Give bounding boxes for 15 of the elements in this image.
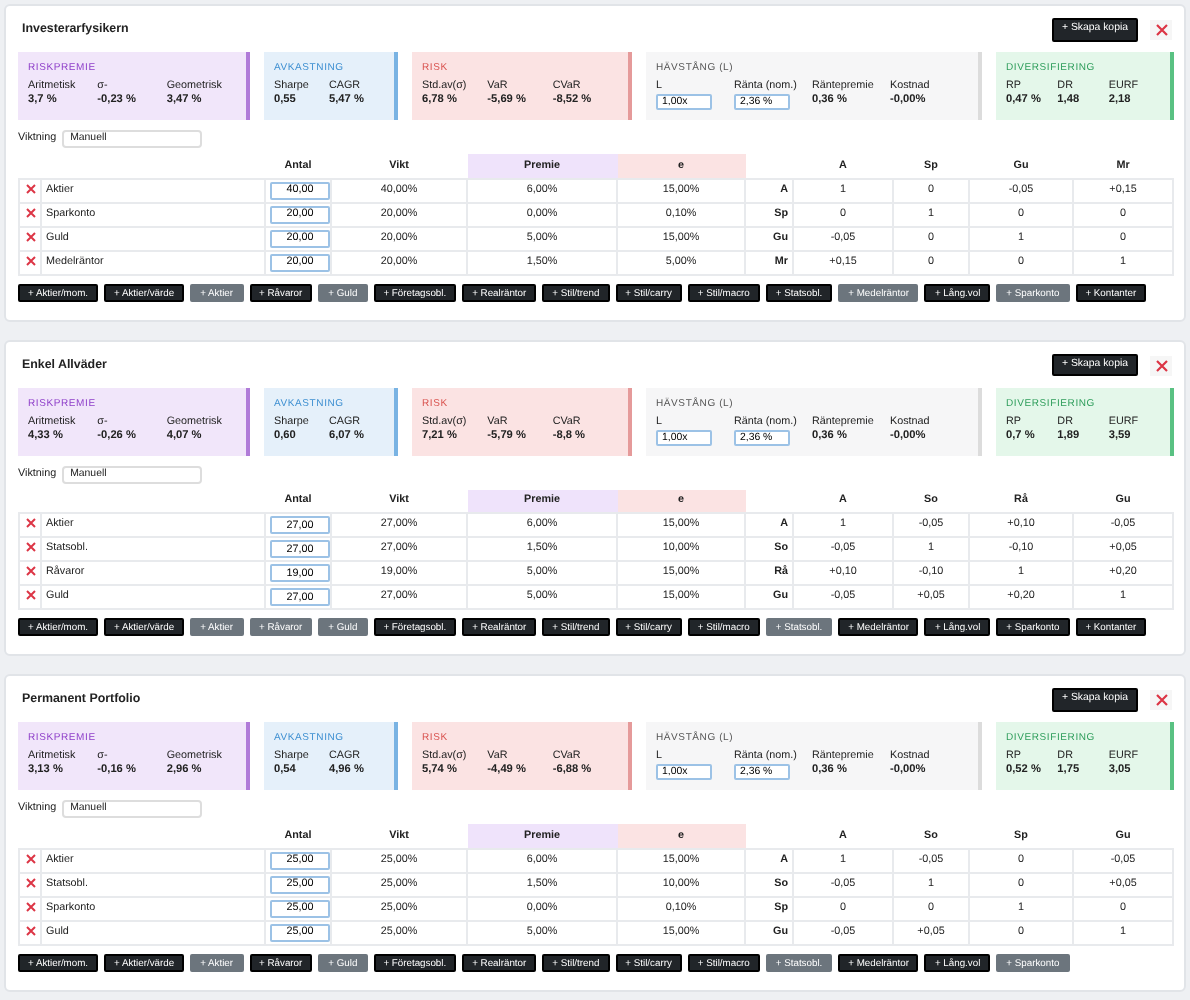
remove-icon[interactable]	[25, 231, 35, 242]
remove-icon[interactable]	[25, 590, 35, 601]
close-button[interactable]	[1150, 355, 1172, 375]
remove-icon[interactable]	[25, 901, 35, 912]
close-button[interactable]	[1150, 690, 1172, 710]
remove-icon[interactable]	[25, 542, 35, 553]
remove-icon[interactable]	[25, 255, 35, 266]
remove-icon[interactable]	[25, 877, 35, 888]
remove-icon[interactable]	[25, 566, 35, 577]
remove-icon[interactable]	[25, 853, 35, 864]
remove-icon[interactable]	[25, 207, 35, 218]
close-button[interactable]	[1150, 20, 1172, 40]
remove-icon[interactable]	[25, 518, 35, 529]
remove-icon[interactable]	[25, 183, 35, 194]
remove-icon[interactable]	[25, 925, 35, 936]
